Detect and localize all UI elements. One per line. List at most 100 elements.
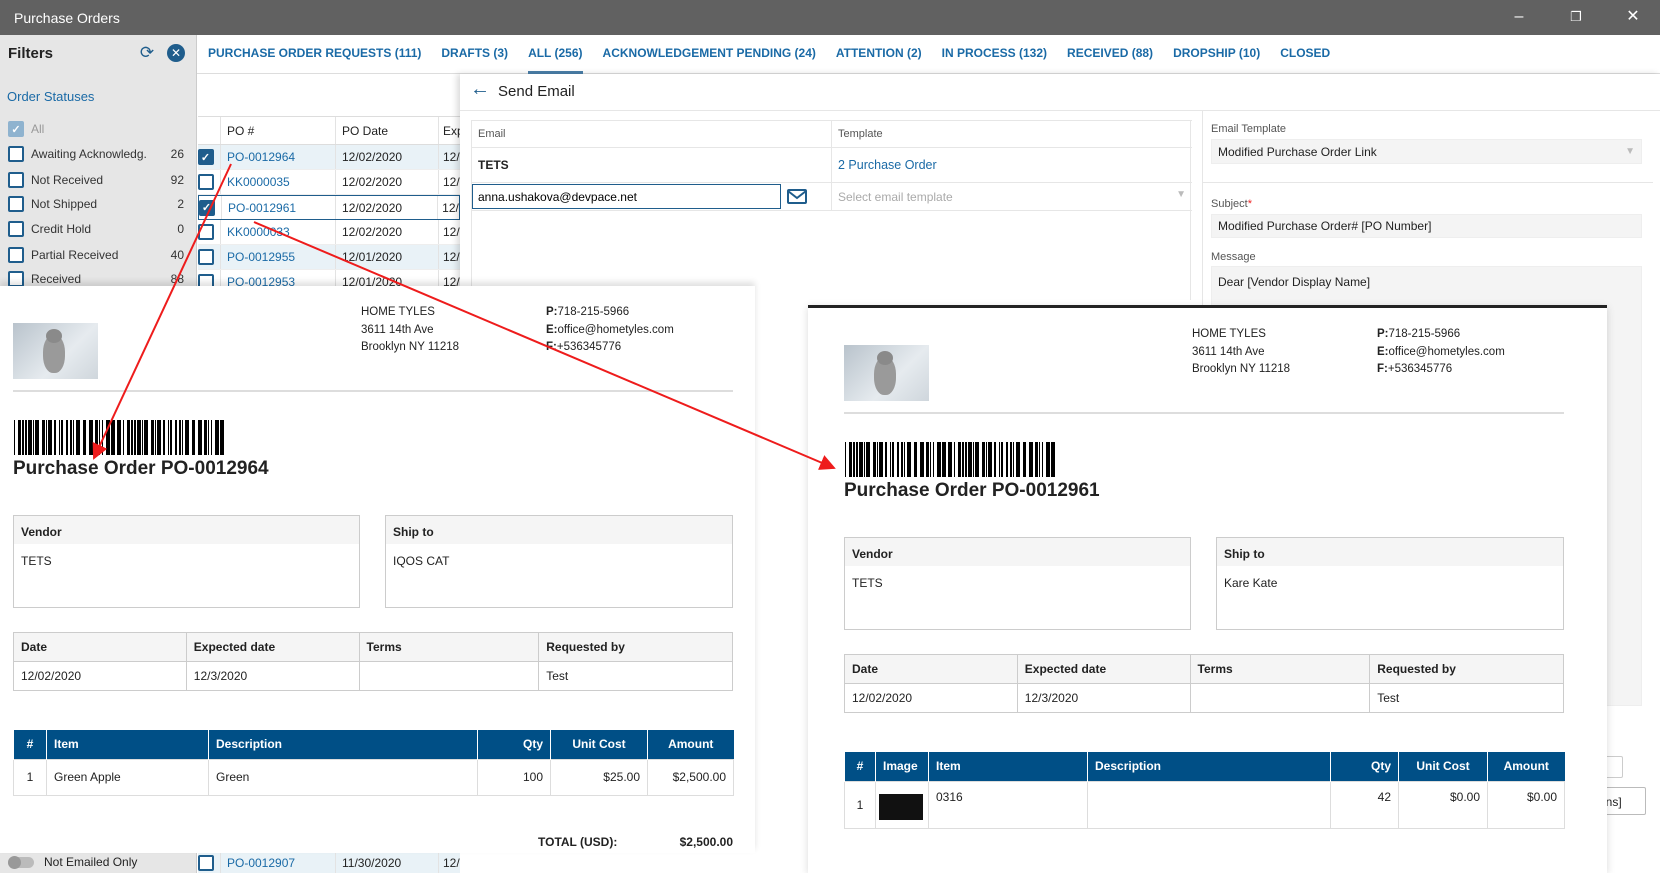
- filter-label: Awaiting Acknowledg.: [31, 147, 147, 161]
- ship-to-value: IQOS CAT: [393, 554, 450, 568]
- expected-date: 12/: [438, 220, 460, 244]
- not-emailed-only-toggle[interactable]: Not Emailed Only: [8, 855, 137, 869]
- po-number-link[interactable]: PO-0012955: [220, 245, 335, 269]
- title-bar: Purchase Orders – ❐ ✕: [0, 0, 1660, 35]
- template-column-header: Template: [838, 128, 883, 140]
- total-label: TOTAL (USD):: [538, 835, 618, 849]
- po-number-link[interactable]: KK0000033: [220, 220, 335, 244]
- item-cell: 42: [1330, 780, 1399, 829]
- item-header: Item: [46, 730, 209, 759]
- filter-item[interactable]: Awaiting Acknowledg. 26: [8, 143, 188, 165]
- tab[interactable]: RECEIVED (88): [1067, 35, 1153, 74]
- vendor-value: TETS: [852, 576, 883, 590]
- filter-item[interactable]: ✓ All: [8, 118, 188, 140]
- po-title: Purchase Order PO-0012964: [13, 458, 269, 479]
- filter-checkbox[interactable]: [8, 196, 24, 212]
- col-po-number[interactable]: PO #: [220, 117, 335, 144]
- po-date: 12/02/2020: [335, 170, 438, 194]
- item-header: Amount: [647, 730, 734, 759]
- po-number-link[interactable]: KK0000035: [220, 170, 335, 194]
- tab[interactable]: IN PROCESS (132): [942, 35, 1047, 74]
- line-item-row: 1 0316 42 $0.00 $0.00: [844, 780, 1565, 829]
- filter-checkbox[interactable]: [8, 247, 24, 263]
- tab[interactable]: CLOSED: [1280, 35, 1330, 74]
- status-tabs: PURCHASE ORDER REQUESTS (111) DRAFTS (3) A…: [197, 35, 1660, 74]
- filter-item[interactable]: Not Received 92: [8, 169, 188, 191]
- tab[interactable]: DROPSHIP (10): [1173, 35, 1260, 74]
- grid-row[interactable]: PO-0012955 12/01/2020 12/: [197, 245, 460, 270]
- filter-label: Not Shipped: [31, 197, 98, 211]
- filter-count: 92: [170, 173, 184, 187]
- recipients-table: Email Template TETS 2 Purchase Order Sel…: [471, 120, 1192, 300]
- order-info-table: Date Expected date Terms Requested by 12/02/…: [13, 632, 733, 691]
- total-value: $2,500.00: [679, 835, 733, 849]
- send-mail-icon[interactable]: [787, 189, 807, 204]
- row-checkbox[interactable]: [197, 249, 214, 265]
- row-checkbox[interactable]: ✓: [197, 149, 214, 165]
- filter-label: Received: [31, 272, 82, 286]
- filter-item[interactable]: Partial Received 40: [8, 244, 188, 266]
- company-logo-image: [844, 345, 929, 401]
- template-placeholder: Select email template: [838, 189, 953, 204]
- item-header: Unit Cost: [1398, 752, 1488, 781]
- filter-item[interactable]: Credit Hold 0: [8, 218, 188, 240]
- info-header: Terms: [358, 632, 540, 662]
- info-value: Test: [538, 661, 733, 691]
- tab[interactable]: ATTENTION (2): [836, 35, 922, 74]
- filter-checkbox[interactable]: [8, 271, 24, 287]
- item-cell: 1: [844, 780, 876, 829]
- item-header: Unit Cost: [550, 730, 648, 759]
- grid-row[interactable]: PO-0012907 11/30/2020 12/: [197, 853, 460, 873]
- filter-checkbox[interactable]: [8, 146, 24, 162]
- grid-row[interactable]: KK0000035 12/02/2020 12/: [197, 170, 460, 195]
- tab[interactable]: PURCHASE ORDER REQUESTS (111): [208, 35, 421, 74]
- row-checkbox[interactable]: [197, 855, 214, 871]
- filter-checkbox[interactable]: ✓: [8, 121, 24, 137]
- filter-item[interactable]: Not Shipped 2: [8, 193, 188, 215]
- filter-checkbox[interactable]: [8, 172, 24, 188]
- info-header: Terms: [1189, 654, 1371, 684]
- po-title: Purchase Order PO-0012961: [844, 480, 1100, 501]
- col-expected[interactable]: Exp: [438, 117, 460, 144]
- expected-date: 12/: [438, 245, 460, 269]
- grid-row[interactable]: ✓ PO-0012964 12/02/2020 12/: [197, 145, 460, 170]
- email-input[interactable]: [472, 184, 781, 209]
- po-number-link[interactable]: PO-0012907: [220, 853, 335, 873]
- close-button[interactable]: ✕: [1618, 6, 1648, 28]
- vendor-box: Vendor TETS: [13, 515, 360, 608]
- company-contact-line: P:718-215-5966: [1377, 328, 1461, 340]
- po-number-link[interactable]: PO-0012964: [220, 145, 335, 169]
- email-template-select[interactable]: Modified Purchase Order Link ▼: [1211, 139, 1642, 164]
- template-link[interactable]: 2 Purchase Order: [832, 148, 1192, 182]
- filter-label: Credit Hold: [31, 222, 92, 236]
- back-arrow-icon[interactable]: ←: [470, 78, 490, 101]
- template-select[interactable]: Select email template ▼: [832, 183, 1192, 210]
- tab[interactable]: DRAFTS (3): [441, 35, 508, 74]
- minimize-button[interactable]: –: [1504, 6, 1534, 28]
- subject-input[interactable]: Modified Purchase Order# [PO Number]: [1211, 214, 1642, 238]
- tab[interactable]: ALL (256): [528, 35, 583, 74]
- restore-button[interactable]: ❐: [1561, 6, 1591, 28]
- filter-checkbox[interactable]: [8, 221, 24, 237]
- grid-row[interactable]: KK0000033 12/02/2020 12/: [197, 220, 460, 245]
- po-number-link[interactable]: PO-0012961: [221, 196, 335, 219]
- item-header: Item: [928, 752, 1088, 781]
- info-header: Requested by: [1369, 654, 1564, 684]
- expected-date: 12/: [438, 853, 460, 873]
- clear-filters-icon[interactable]: ✕: [167, 44, 185, 62]
- purchase-order-preview-left: HOME TYLES 3611 14th Ave Brooklyn NY 11218…: [0, 286, 755, 853]
- tab[interactable]: ACKNOWLEDGEMENT PENDING (24): [603, 35, 816, 74]
- filter-count: 0: [177, 222, 184, 236]
- row-checkbox[interactable]: ✓: [198, 199, 215, 216]
- item-cell: [1087, 780, 1331, 829]
- company-address-line: HOME TYLES: [1192, 328, 1266, 340]
- toggle-switch[interactable]: [8, 855, 34, 869]
- info-value: [358, 661, 540, 691]
- ship-to-box: Ship to IQOS CAT: [385, 515, 733, 608]
- row-checkbox[interactable]: [197, 224, 214, 240]
- company-contact-line: P:718-215-5966: [546, 306, 630, 318]
- grid-row[interactable]: ✓ PO-0012961 12/02/2020 12/: [198, 195, 460, 220]
- refresh-icon[interactable]: ⟳: [138, 44, 156, 62]
- col-po-date[interactable]: PO Date: [335, 117, 438, 144]
- row-checkbox[interactable]: [197, 174, 214, 190]
